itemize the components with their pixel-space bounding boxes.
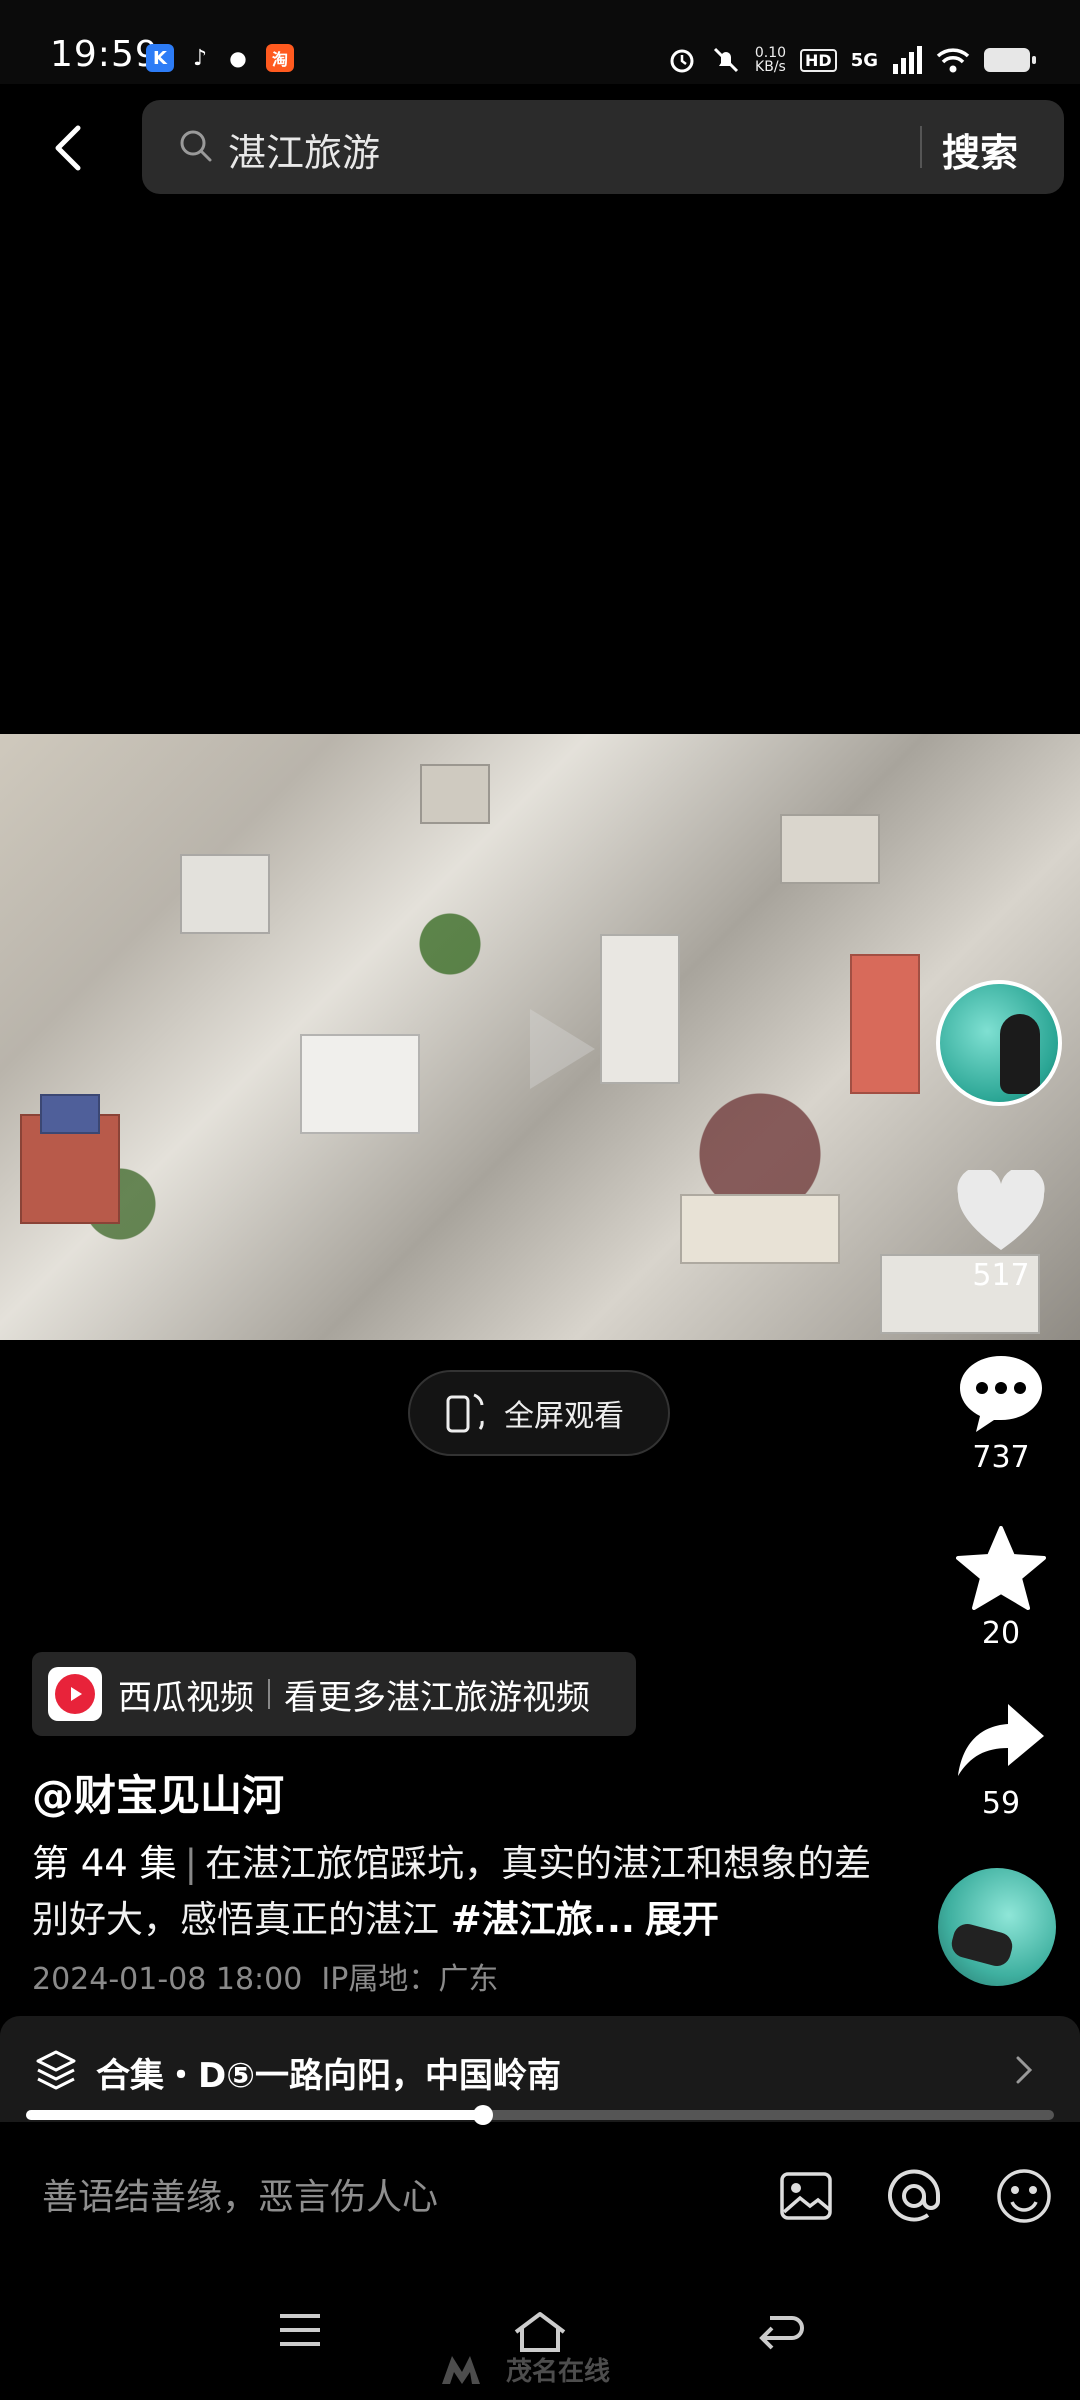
search-divider bbox=[920, 126, 922, 168]
wifi-icon bbox=[936, 48, 970, 73]
share-icon bbox=[958, 1704, 1044, 1776]
comment-input[interactable]: 善语结善缘，恶言伤人心 bbox=[42, 2168, 438, 2220]
music-disc-avatar[interactable] bbox=[938, 1868, 1056, 1986]
taobao-icon: 淘 bbox=[266, 44, 294, 72]
like-count: 517 bbox=[972, 1258, 1030, 1293]
chevron-right-icon bbox=[1016, 2056, 1033, 2084]
comment-button[interactable]: 737 bbox=[941, 1352, 1061, 1475]
watermark: 茂名在线 bbox=[440, 2344, 640, 2394]
search-icon bbox=[180, 130, 212, 162]
back-button[interactable] bbox=[40, 118, 100, 178]
watermark-text: 茂名在线 bbox=[506, 2356, 611, 2387]
video-scene-element bbox=[850, 954, 920, 1094]
like-button[interactable]: 517 bbox=[941, 1170, 1061, 1293]
post-description[interactable]: 第 44 集 | 在湛江旅馆踩坑，真实的湛江和想象的差别好大，感悟真正的湛江 #湛江… bbox=[32, 1836, 872, 1948]
fullscreen-label: 全屏观看 bbox=[504, 1399, 624, 1434]
favorite-button[interactable]: 20 bbox=[941, 1526, 1061, 1651]
watermark-logo-icon bbox=[442, 2356, 480, 2384]
search-button[interactable]: 搜索 bbox=[942, 122, 1018, 177]
tiktok-icon: ♪ bbox=[192, 45, 208, 71]
post-meta: 2024-01-08 18:00 IP属地：广东 bbox=[32, 1954, 498, 1998]
status-time: 19:59 bbox=[50, 34, 159, 75]
share-button[interactable]: 59 bbox=[941, 1700, 1061, 1821]
progress-knob[interactable] bbox=[473, 2105, 494, 2125]
avatar-figure bbox=[948, 1920, 1016, 1970]
author-name[interactable]: @财宝见山河 bbox=[32, 1762, 284, 1823]
expand-button[interactable]: 展开 bbox=[645, 1898, 719, 1941]
video-scene-element bbox=[420, 764, 490, 824]
comment-count: 737 bbox=[972, 1440, 1030, 1475]
heart-icon bbox=[957, 1170, 1045, 1250]
hd-badge: HD bbox=[800, 48, 837, 72]
collection-label: 合集・D⑤一路向阳，中国岭南 bbox=[96, 2056, 562, 2096]
post-timestamp: 2024-01-08 18:00 bbox=[32, 1962, 303, 1997]
source-app-name: 西瓜视频 bbox=[118, 1677, 254, 1718]
image-icon[interactable] bbox=[776, 2166, 836, 2226]
video-progress-bar[interactable] bbox=[26, 2105, 1054, 2125]
play-icon[interactable] bbox=[500, 994, 610, 1104]
status-bar: 19:59 K ♪ ● 淘 0.10 KB/s HD 5G bbox=[0, 0, 1080, 84]
hashtag-link[interactable]: #湛江旅... bbox=[451, 1898, 635, 1941]
menu-nav-icon[interactable] bbox=[278, 2310, 322, 2350]
star-icon bbox=[956, 1526, 1046, 1610]
video-scene-element bbox=[680, 1194, 840, 1264]
notification-app-icon: K bbox=[146, 44, 174, 72]
creator-avatar[interactable] bbox=[936, 980, 1062, 1106]
video-scene-element bbox=[600, 934, 680, 1084]
progress-fill bbox=[26, 2110, 484, 2120]
signal-icon bbox=[893, 46, 922, 74]
mute-icon bbox=[713, 47, 738, 73]
video-scene-element bbox=[780, 814, 880, 884]
network-speed: 0.10 KB/s bbox=[755, 46, 786, 74]
alarm-icon bbox=[670, 49, 694, 73]
episode-label: 第 44 集 bbox=[32, 1842, 177, 1885]
back-nav-icon[interactable] bbox=[756, 2310, 804, 2354]
search-box[interactable]: 湛江旅游 搜索 bbox=[142, 100, 1064, 194]
comment-icon bbox=[960, 1356, 1042, 1432]
wechat-icon: ● bbox=[229, 46, 247, 70]
rotate-screen-icon bbox=[446, 1393, 484, 1433]
layers-icon bbox=[36, 2050, 76, 2090]
episode-separator: | bbox=[184, 1842, 198, 1885]
network-type: 5G bbox=[850, 49, 878, 71]
xigua-source-link[interactable]: 西瓜视频 看更多湛江旅游视频 bbox=[32, 1652, 636, 1736]
battery-icon bbox=[984, 48, 1036, 72]
video-player[interactable] bbox=[0, 734, 1080, 1340]
network-speed-unit: KB/s bbox=[755, 59, 786, 75]
favorite-count: 20 bbox=[981, 1616, 1021, 1651]
share-count: 59 bbox=[981, 1786, 1021, 1821]
xigua-logo-icon bbox=[48, 1667, 102, 1721]
status-indicators: 0.10 KB/s HD 5G bbox=[667, 40, 1036, 80]
emoji-icon[interactable] bbox=[994, 2166, 1054, 2226]
search-input[interactable]: 湛江旅游 bbox=[228, 122, 380, 177]
source-separator bbox=[268, 1679, 270, 1709]
video-scene-element bbox=[40, 1094, 100, 1134]
collection-bar[interactable]: 合集・D⑤一路向阳，中国岭南 bbox=[0, 2016, 1080, 2122]
xigua-logo-inner bbox=[55, 1674, 95, 1714]
source-more-text: 看更多湛江旅游视频 bbox=[284, 1677, 590, 1718]
video-scene-element bbox=[180, 854, 270, 934]
avatar-figure bbox=[1000, 1014, 1040, 1094]
mention-icon[interactable] bbox=[884, 2166, 944, 2226]
fullscreen-button[interactable]: 全屏观看 bbox=[408, 1370, 670, 1456]
ip-location: IP属地：广东 bbox=[321, 1962, 499, 1997]
video-scene-element bbox=[300, 1034, 420, 1134]
